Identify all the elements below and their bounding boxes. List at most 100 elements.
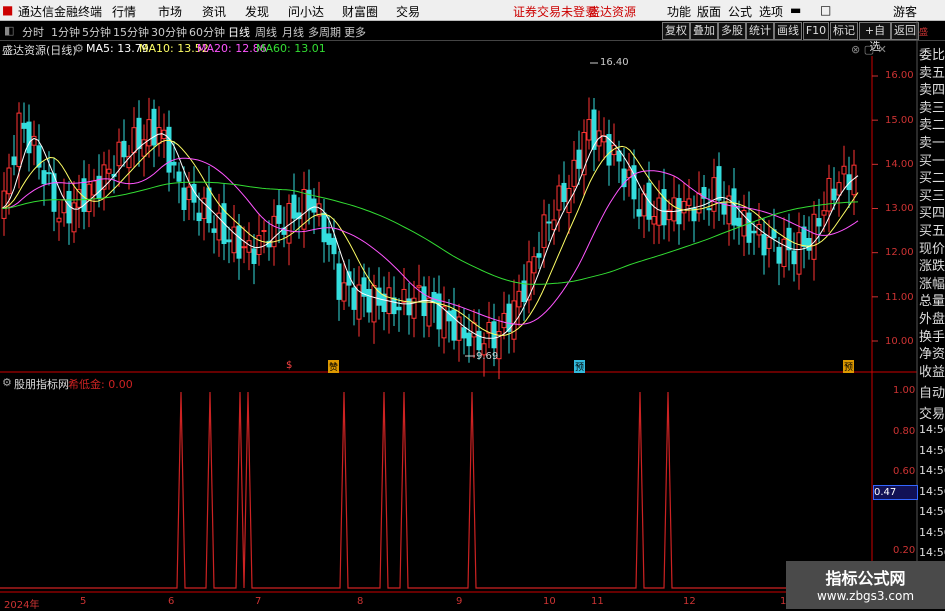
candle-body	[456, 316, 462, 341]
indicator-settings-icon[interactable]: ⚙	[2, 376, 12, 389]
side-panel-item[interactable]: 净资	[919, 343, 945, 362]
date-label: 12	[683, 596, 696, 607]
candle-body	[31, 135, 37, 146]
candle-body	[556, 185, 562, 211]
candle-body	[696, 192, 702, 214]
candle-body	[546, 221, 552, 224]
candle-body	[686, 198, 692, 206]
price-tick: 12.00	[885, 247, 914, 258]
side-panel-item[interactable]: 买五	[919, 220, 945, 239]
side-panel-item[interactable]: 14:56	[919, 546, 945, 559]
candle-body	[661, 189, 667, 226]
candle-body	[21, 122, 27, 129]
candle-body	[761, 234, 767, 256]
candle-body	[791, 250, 797, 265]
side-panel-item[interactable]: 现价	[919, 238, 945, 257]
side-panel-item[interactable]: 买三	[919, 185, 945, 204]
candle-body	[231, 226, 237, 254]
candle-body	[56, 217, 62, 223]
candle-body	[436, 293, 442, 330]
date-label: 11	[591, 596, 604, 607]
candle-body	[746, 212, 752, 243]
candle-body	[401, 288, 407, 303]
candle-body	[751, 230, 757, 234]
candle-body	[636, 209, 642, 217]
candle-body	[711, 177, 717, 212]
side-panel-item[interactable]: 收益	[919, 361, 945, 380]
candle-body	[16, 112, 22, 168]
candle-body	[516, 290, 522, 308]
side-panel-item[interactable]: 总量	[919, 290, 945, 309]
candle-body	[261, 230, 267, 233]
side-panel-item[interactable]: 买一	[919, 150, 945, 169]
side-panel-item[interactable]: 14:56	[919, 505, 945, 518]
side-panel-item[interactable]: 14:56	[919, 423, 945, 436]
side-panel-item[interactable]: 14:56	[919, 444, 945, 457]
candle-body	[451, 309, 457, 341]
candle-body	[331, 237, 337, 255]
side-panel-item[interactable]: 涨幅	[919, 273, 945, 292]
watermark-url: www.zbgs3.com	[816, 589, 915, 603]
side-panel-item[interactable]: 14:56	[919, 464, 945, 477]
candle-body	[466, 332, 472, 347]
side-panel-item[interactable]: 换手	[919, 326, 945, 345]
candle-body	[461, 327, 467, 339]
side-panel-item[interactable]: 卖二	[919, 114, 945, 133]
ind-tick: 0.60	[893, 466, 916, 477]
price-tick: 11.00	[885, 292, 914, 303]
high-price-label: 16.40	[600, 57, 629, 68]
candle-body	[801, 226, 807, 248]
date-label: 9	[456, 596, 463, 607]
candle-body	[11, 156, 17, 166]
candle-body	[121, 140, 127, 158]
side-panel-item[interactable]: 卖四	[919, 79, 945, 98]
indicator-name[interactable]: 股朋指标网	[14, 376, 69, 392]
side-panel-item[interactable]: 卖三	[919, 97, 945, 116]
candle-body	[391, 297, 397, 315]
ind-tick: 1.00	[893, 385, 916, 396]
candle-body	[106, 168, 112, 174]
side-panel-item[interactable]: 外盘	[919, 308, 945, 327]
candle-body	[166, 126, 172, 173]
candle-body	[796, 232, 802, 275]
side-panel-item[interactable]: 卖五	[919, 62, 945, 81]
candle-body	[471, 322, 477, 338]
event-mark[interactable]: $	[286, 360, 292, 371]
side-panel-item[interactable]: 14:56	[919, 526, 945, 539]
side-panel-item[interactable]: 涨跌	[919, 255, 945, 274]
side-panel-item[interactable]: 委比	[919, 44, 945, 63]
candle-body	[651, 216, 657, 225]
candle-body	[476, 330, 482, 351]
candle-body	[766, 236, 772, 249]
side-panel-item[interactable]: 卖一	[919, 132, 945, 151]
candle-body	[131, 127, 137, 154]
side-panel-item[interactable]: 交易	[919, 403, 945, 422]
candle-body	[276, 205, 282, 224]
candle-body	[46, 172, 52, 175]
candle-body	[411, 297, 417, 319]
candle-body	[1, 190, 7, 219]
candle-body	[641, 193, 647, 217]
candle-body	[311, 198, 317, 213]
candle-body	[571, 159, 577, 187]
candle-body	[351, 287, 357, 310]
candle-body	[226, 239, 232, 243]
price-tick: 10.00	[885, 336, 914, 347]
event-mark[interactable]: 预	[843, 360, 855, 373]
event-mark[interactable]: 预	[574, 360, 586, 373]
candle-body	[206, 187, 212, 224]
side-panel-item[interactable]: 买二	[919, 167, 945, 186]
candle-body	[366, 288, 372, 313]
candle-body	[381, 293, 387, 313]
price-tick: 13.00	[885, 203, 914, 214]
candle-body	[176, 171, 182, 182]
chart-svg	[0, 21, 918, 609]
candle-body	[186, 186, 192, 201]
side-panel-item[interactable]: 14:56	[919, 485, 945, 498]
candle-body	[326, 233, 332, 245]
side-panel-item[interactable]: 买四	[919, 202, 945, 221]
candle-body	[86, 183, 92, 213]
side-panel-item[interactable]: 自动	[919, 382, 945, 401]
candle-body	[196, 212, 202, 222]
event-mark[interactable]: 赞	[328, 360, 340, 373]
